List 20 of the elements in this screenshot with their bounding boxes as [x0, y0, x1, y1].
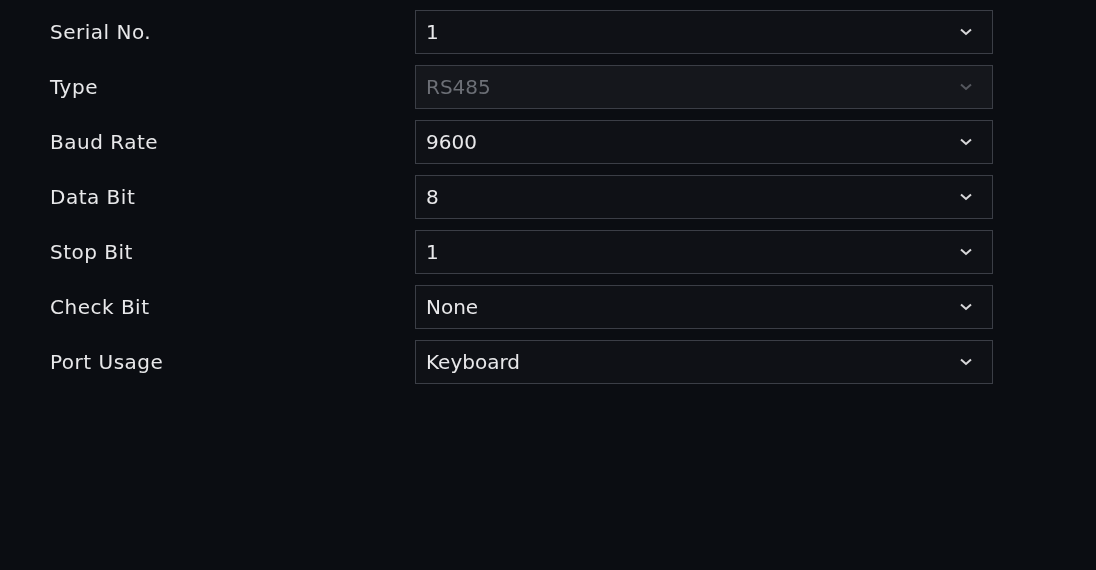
dropdown-field[interactable]: Keyboard [415, 340, 993, 384]
dropdown-field[interactable]: 8 [415, 175, 993, 219]
chevron-down-icon [960, 248, 972, 256]
chevron-down-icon [960, 138, 972, 146]
chevron-down-icon [960, 83, 972, 91]
chevron-down-icon [960, 193, 972, 201]
field-label: Data Bit [50, 185, 137, 209]
field-label: Serial No. [50, 20, 153, 44]
field-label: Stop Bit [50, 240, 134, 264]
field-label: Baud Rate [50, 130, 160, 154]
field-label: Port Usage [50, 350, 165, 374]
dropdown-field[interactable]: 1 [415, 10, 993, 54]
dropdown-field[interactable]: 9600 [415, 120, 993, 164]
field-label: Check Bit [50, 295, 151, 319]
dropdown-field[interactable]: None [415, 285, 993, 329]
chevron-down-icon [960, 303, 972, 311]
chevron-down-icon [960, 28, 972, 36]
chevron-down-icon [960, 358, 972, 366]
field-label: Type [50, 75, 99, 99]
dropdown-field[interactable]: 1 [415, 230, 993, 274]
